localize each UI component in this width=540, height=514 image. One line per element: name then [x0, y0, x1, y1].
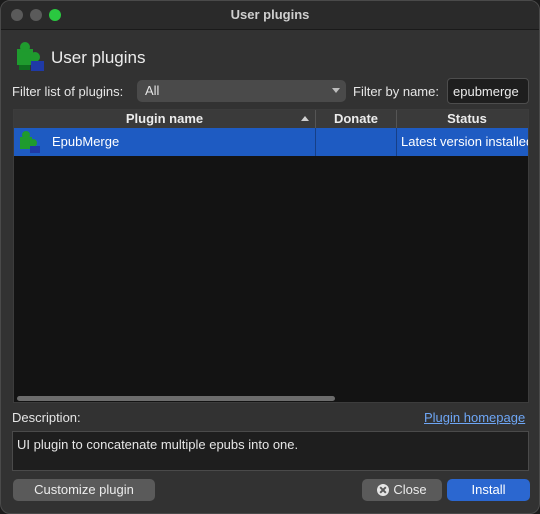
- window-title: User plugins: [230, 7, 310, 22]
- filter-name-label: Filter by name:: [353, 84, 439, 99]
- puzzle-piece-icon: [17, 42, 44, 71]
- table-row[interactable]: EpubMerge Latest version installed: [14, 128, 528, 156]
- column-header-status[interactable]: Status: [397, 110, 528, 128]
- filter-list-label: Filter list of plugins:: [12, 84, 124, 99]
- filter-name-input[interactable]: [447, 78, 529, 104]
- close-button-label: Close: [393, 482, 427, 497]
- plugin-name-cell: EpubMerge: [14, 128, 316, 156]
- description-text: UI plugin to concatenate multiple epubs …: [12, 431, 529, 471]
- filter-list-select[interactable]: All: [137, 80, 346, 102]
- puzzle-piece-icon: [20, 131, 40, 153]
- horizontal-scrollbar[interactable]: [17, 396, 335, 401]
- customize-plugin-button[interactable]: Customize plugin: [13, 479, 155, 501]
- column-header-donate[interactable]: Donate: [316, 110, 397, 128]
- donate-cell: [316, 128, 397, 156]
- filter-list-value: All: [145, 83, 160, 98]
- close-button[interactable]: Close: [362, 479, 442, 501]
- plugins-table: Plugin name Donate Status EpubMerge Late…: [13, 109, 529, 403]
- column-header-label: Plugin name: [125, 111, 204, 126]
- status-cell: Latest version installed: [401, 134, 529, 149]
- plugins-dialog: User plugins User plugins Filter list of…: [0, 0, 540, 514]
- install-button[interactable]: Install: [447, 479, 530, 501]
- title-bar[interactable]: User plugins: [1, 1, 539, 30]
- column-header-plugin-name[interactable]: Plugin name: [14, 110, 316, 128]
- plugin-name: EpubMerge: [52, 134, 120, 149]
- description-label: Description:: [12, 410, 81, 425]
- plugin-homepage-link[interactable]: Plugin homepage: [424, 410, 525, 425]
- page-title: User plugins: [51, 48, 146, 67]
- chevron-down-icon: [332, 88, 340, 93]
- sort-ascending-icon: [301, 116, 309, 121]
- close-icon: [377, 484, 390, 496]
- table-header: Plugin name Donate Status: [14, 110, 528, 129]
